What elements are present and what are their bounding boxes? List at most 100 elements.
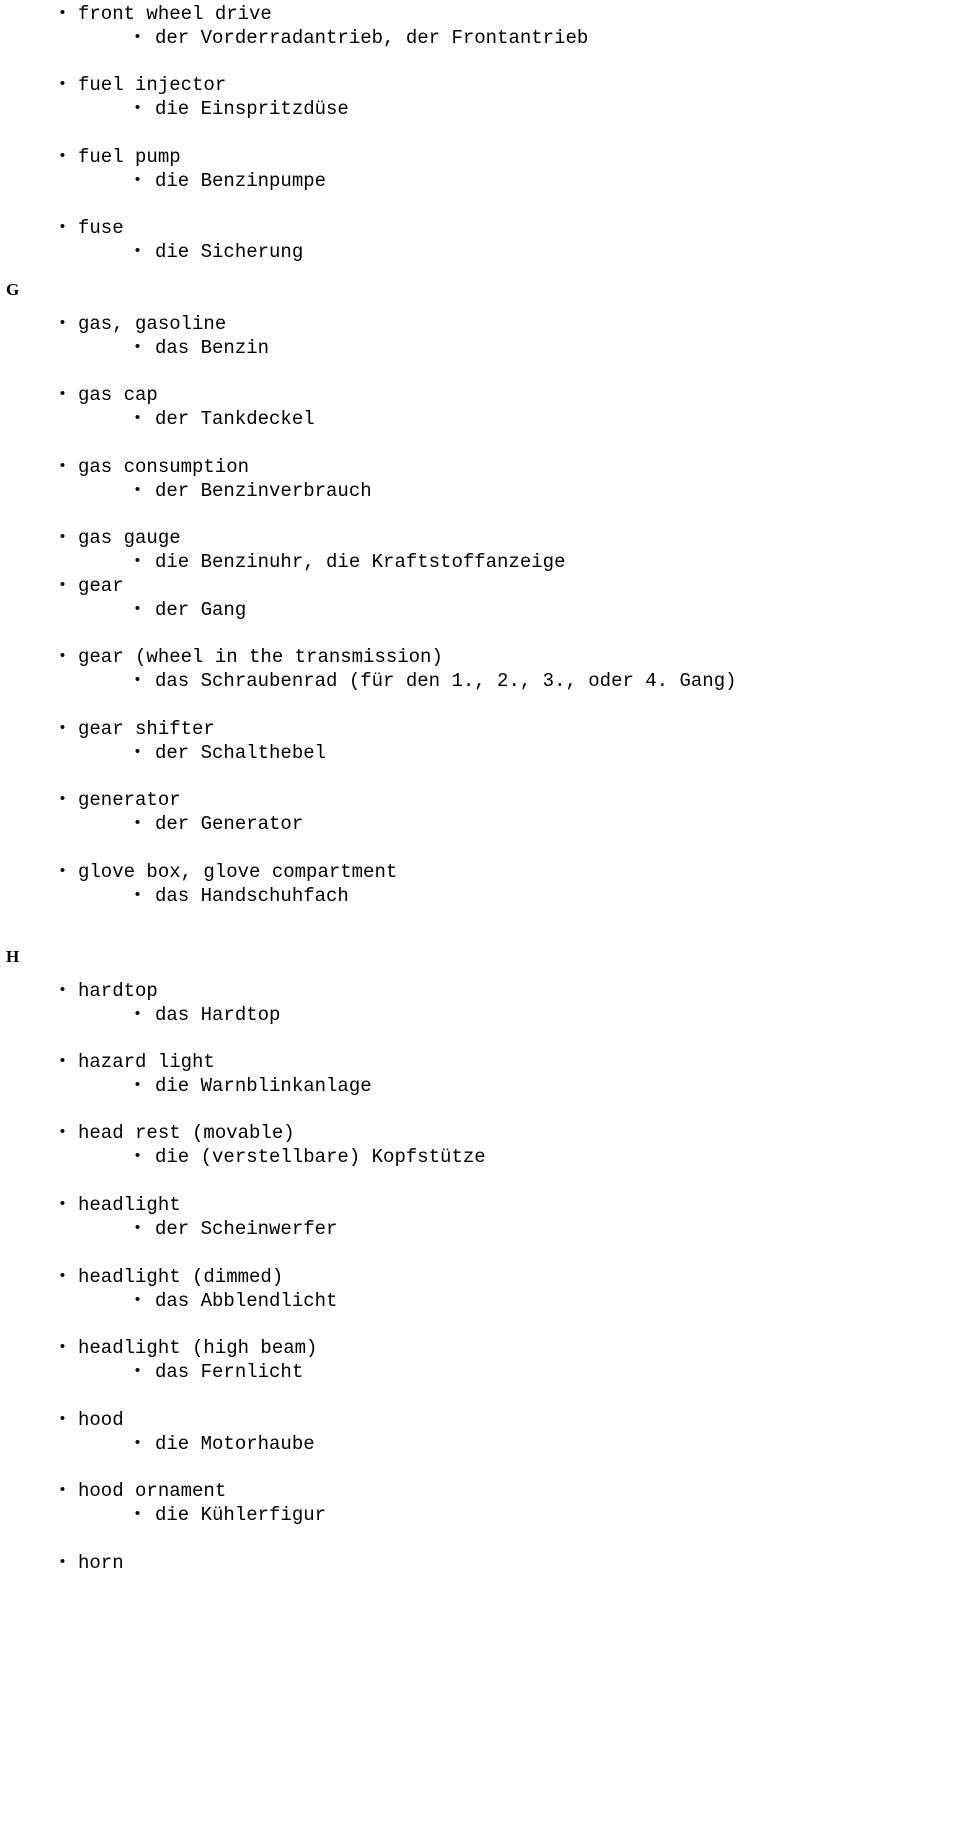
glossary-entry: • gear (wheel in the transmission) • das S…: [0, 645, 960, 693]
definition-text: die Sicherung: [155, 241, 304, 263]
term-text: fuel injector: [78, 74, 227, 96]
definition-text: der Scheinwerfer: [155, 1218, 338, 1240]
term-text: horn: [78, 1552, 124, 1574]
definition-text: das Handschuhfach: [155, 885, 349, 907]
term-text: hazard light: [78, 1051, 215, 1073]
glossary-entry: • gas cap • der Tankdeckel: [0, 383, 960, 431]
term-line: • gas gauge: [0, 526, 960, 550]
glossary-entry: • headlight (dimmed) • das Abblendlicht: [0, 1265, 960, 1313]
term-line: • gas, gasoline: [0, 312, 960, 336]
definition-text: das Benzin: [155, 337, 270, 359]
term-line: • hardtop: [0, 979, 960, 1003]
term-text: gear: [78, 575, 124, 597]
definition-line: • die Warnblinkanlage: [0, 1074, 960, 1098]
term-text: gear shifter: [78, 718, 215, 740]
bullet-level1-icon: •: [58, 5, 68, 22]
definition-text: der Benzinverbrauch: [155, 480, 372, 502]
term-line: • horn: [0, 1551, 960, 1575]
definition-line: • das Benzin: [0, 336, 960, 360]
term-line: • head rest (movable): [0, 1121, 960, 1145]
definition-line: • der Scheinwerfer: [0, 1217, 960, 1241]
definition-text: die Motorhaube: [155, 1433, 315, 1455]
bullet-level1-icon: •: [58, 1411, 68, 1428]
term-text: gas, gasoline: [78, 313, 227, 335]
definition-line: • die (verstellbare) Kopfstütze: [0, 1145, 960, 1169]
definition-text: das Schraubenrad (für den 1., 2., 3., od…: [155, 670, 737, 692]
definition-line: • das Handschuhfach: [0, 884, 960, 908]
glossary-entry: • head rest (movable) • die (verstellbare)…: [0, 1121, 960, 1169]
glossary-entry: • gas gauge • die Benzinuhr, die Kraftstof…: [0, 526, 960, 574]
bullet-level1-icon: •: [58, 1053, 68, 1070]
bullet-level2-icon: •: [133, 1435, 143, 1452]
term-line: • glove box, glove compartment: [0, 860, 960, 884]
term-text: hood: [78, 1409, 124, 1431]
bullet-level2-icon: •: [133, 553, 143, 570]
bullet-level2-icon: •: [133, 243, 143, 260]
bullet-level1-icon: •: [58, 577, 68, 594]
bullet-level2-icon: •: [133, 29, 143, 46]
bullet-level1-icon: •: [58, 1124, 68, 1141]
term-line: • gear shifter: [0, 717, 960, 741]
bullet-level1-icon: •: [58, 1482, 68, 1499]
bullet-level1-icon: •: [58, 1196, 68, 1213]
definition-line: • der Generator: [0, 812, 960, 836]
bullet-level2-icon: •: [133, 1363, 143, 1380]
glossary-entry: • hood ornament • die Kühlerfigur: [0, 1479, 960, 1527]
term-text: gear (wheel in the transmission): [78, 646, 443, 668]
glossary-entry: • hazard light • die Warnblinkanlage: [0, 1050, 960, 1098]
definition-text: der Tankdeckel: [155, 408, 315, 430]
bullet-level2-icon: •: [133, 1006, 143, 1023]
definition-line: • die Benzinpumpe: [0, 169, 960, 193]
term-text: hood ornament: [78, 1480, 227, 1502]
term-line: • fuel pump: [0, 145, 960, 169]
bullet-level2-icon: •: [133, 100, 143, 117]
definition-text: die Einspritzdüse: [155, 98, 349, 120]
bullet-level2-icon: •: [133, 1148, 143, 1165]
bullet-level2-icon: •: [133, 1220, 143, 1237]
definition-text: der Generator: [155, 813, 304, 835]
glossary-entry: • gas consumption • der Benzinverbrauch: [0, 455, 960, 503]
definition-text: die Kühlerfigur: [155, 1504, 327, 1526]
term-text: generator: [78, 789, 181, 811]
term-line: • hood: [0, 1408, 960, 1432]
term-text: head rest (movable): [78, 1122, 295, 1144]
definition-text: das Abblendlicht: [155, 1290, 338, 1312]
definition-line: • die Benzinuhr, die Kraftstoffanzeige: [0, 550, 960, 574]
bullet-level2-icon: •: [133, 744, 143, 761]
definition-text: der Vorderradantrieb, der Frontantrieb: [155, 27, 589, 49]
bullet-level2-icon: •: [133, 482, 143, 499]
bullet-level1-icon: •: [58, 76, 68, 93]
definition-line: • das Fernlicht: [0, 1360, 960, 1384]
definition-line: • der Schalthebel: [0, 741, 960, 765]
term-line: • fuel injector: [0, 73, 960, 97]
bullet-level2-icon: •: [133, 1506, 143, 1523]
definition-line: • das Hardtop: [0, 1003, 960, 1027]
glossary-entry: • headlight • der Scheinwerfer: [0, 1193, 960, 1241]
glossary-entry: • hood • die Motorhaube: [0, 1408, 960, 1456]
bullet-level2-icon: •: [133, 1292, 143, 1309]
bullet-level2-icon: •: [133, 672, 143, 689]
term-text: front wheel drive: [78, 3, 272, 25]
bullet-level1-icon: •: [58, 863, 68, 880]
section-letter-g: G: [6, 280, 20, 299]
bullet-level1-icon: •: [58, 148, 68, 165]
definition-text: die Benzinpumpe: [155, 170, 327, 192]
bullet-level2-icon: •: [133, 410, 143, 427]
term-line: • gear: [0, 574, 960, 598]
term-line: • headlight (high beam): [0, 1336, 960, 1360]
bullet-level1-icon: •: [58, 458, 68, 475]
bullet-level1-icon: •: [58, 791, 68, 808]
term-line: • gas cap: [0, 383, 960, 407]
bullet-level2-icon: •: [133, 815, 143, 832]
glossary-page: • front wheel drive • der Vorderradantrieb…: [0, 0, 960, 1827]
glossary-entry: • gas, gasoline • das Benzin: [0, 312, 960, 360]
bullet-level2-icon: •: [133, 1077, 143, 1094]
bullet-level1-icon: •: [58, 1554, 68, 1571]
term-text: hardtop: [78, 980, 158, 1002]
definition-line: • die Einspritzdüse: [0, 97, 960, 121]
glossary-entry: • headlight (high beam) • das Fernlicht: [0, 1336, 960, 1384]
glossary-entry: • generator • der Generator: [0, 788, 960, 836]
glossary-entry: • fuel pump • die Benzinpumpe: [0, 145, 960, 193]
definition-line: • die Motorhaube: [0, 1432, 960, 1456]
glossary-entry: • fuse • die Sicherung: [0, 216, 960, 264]
